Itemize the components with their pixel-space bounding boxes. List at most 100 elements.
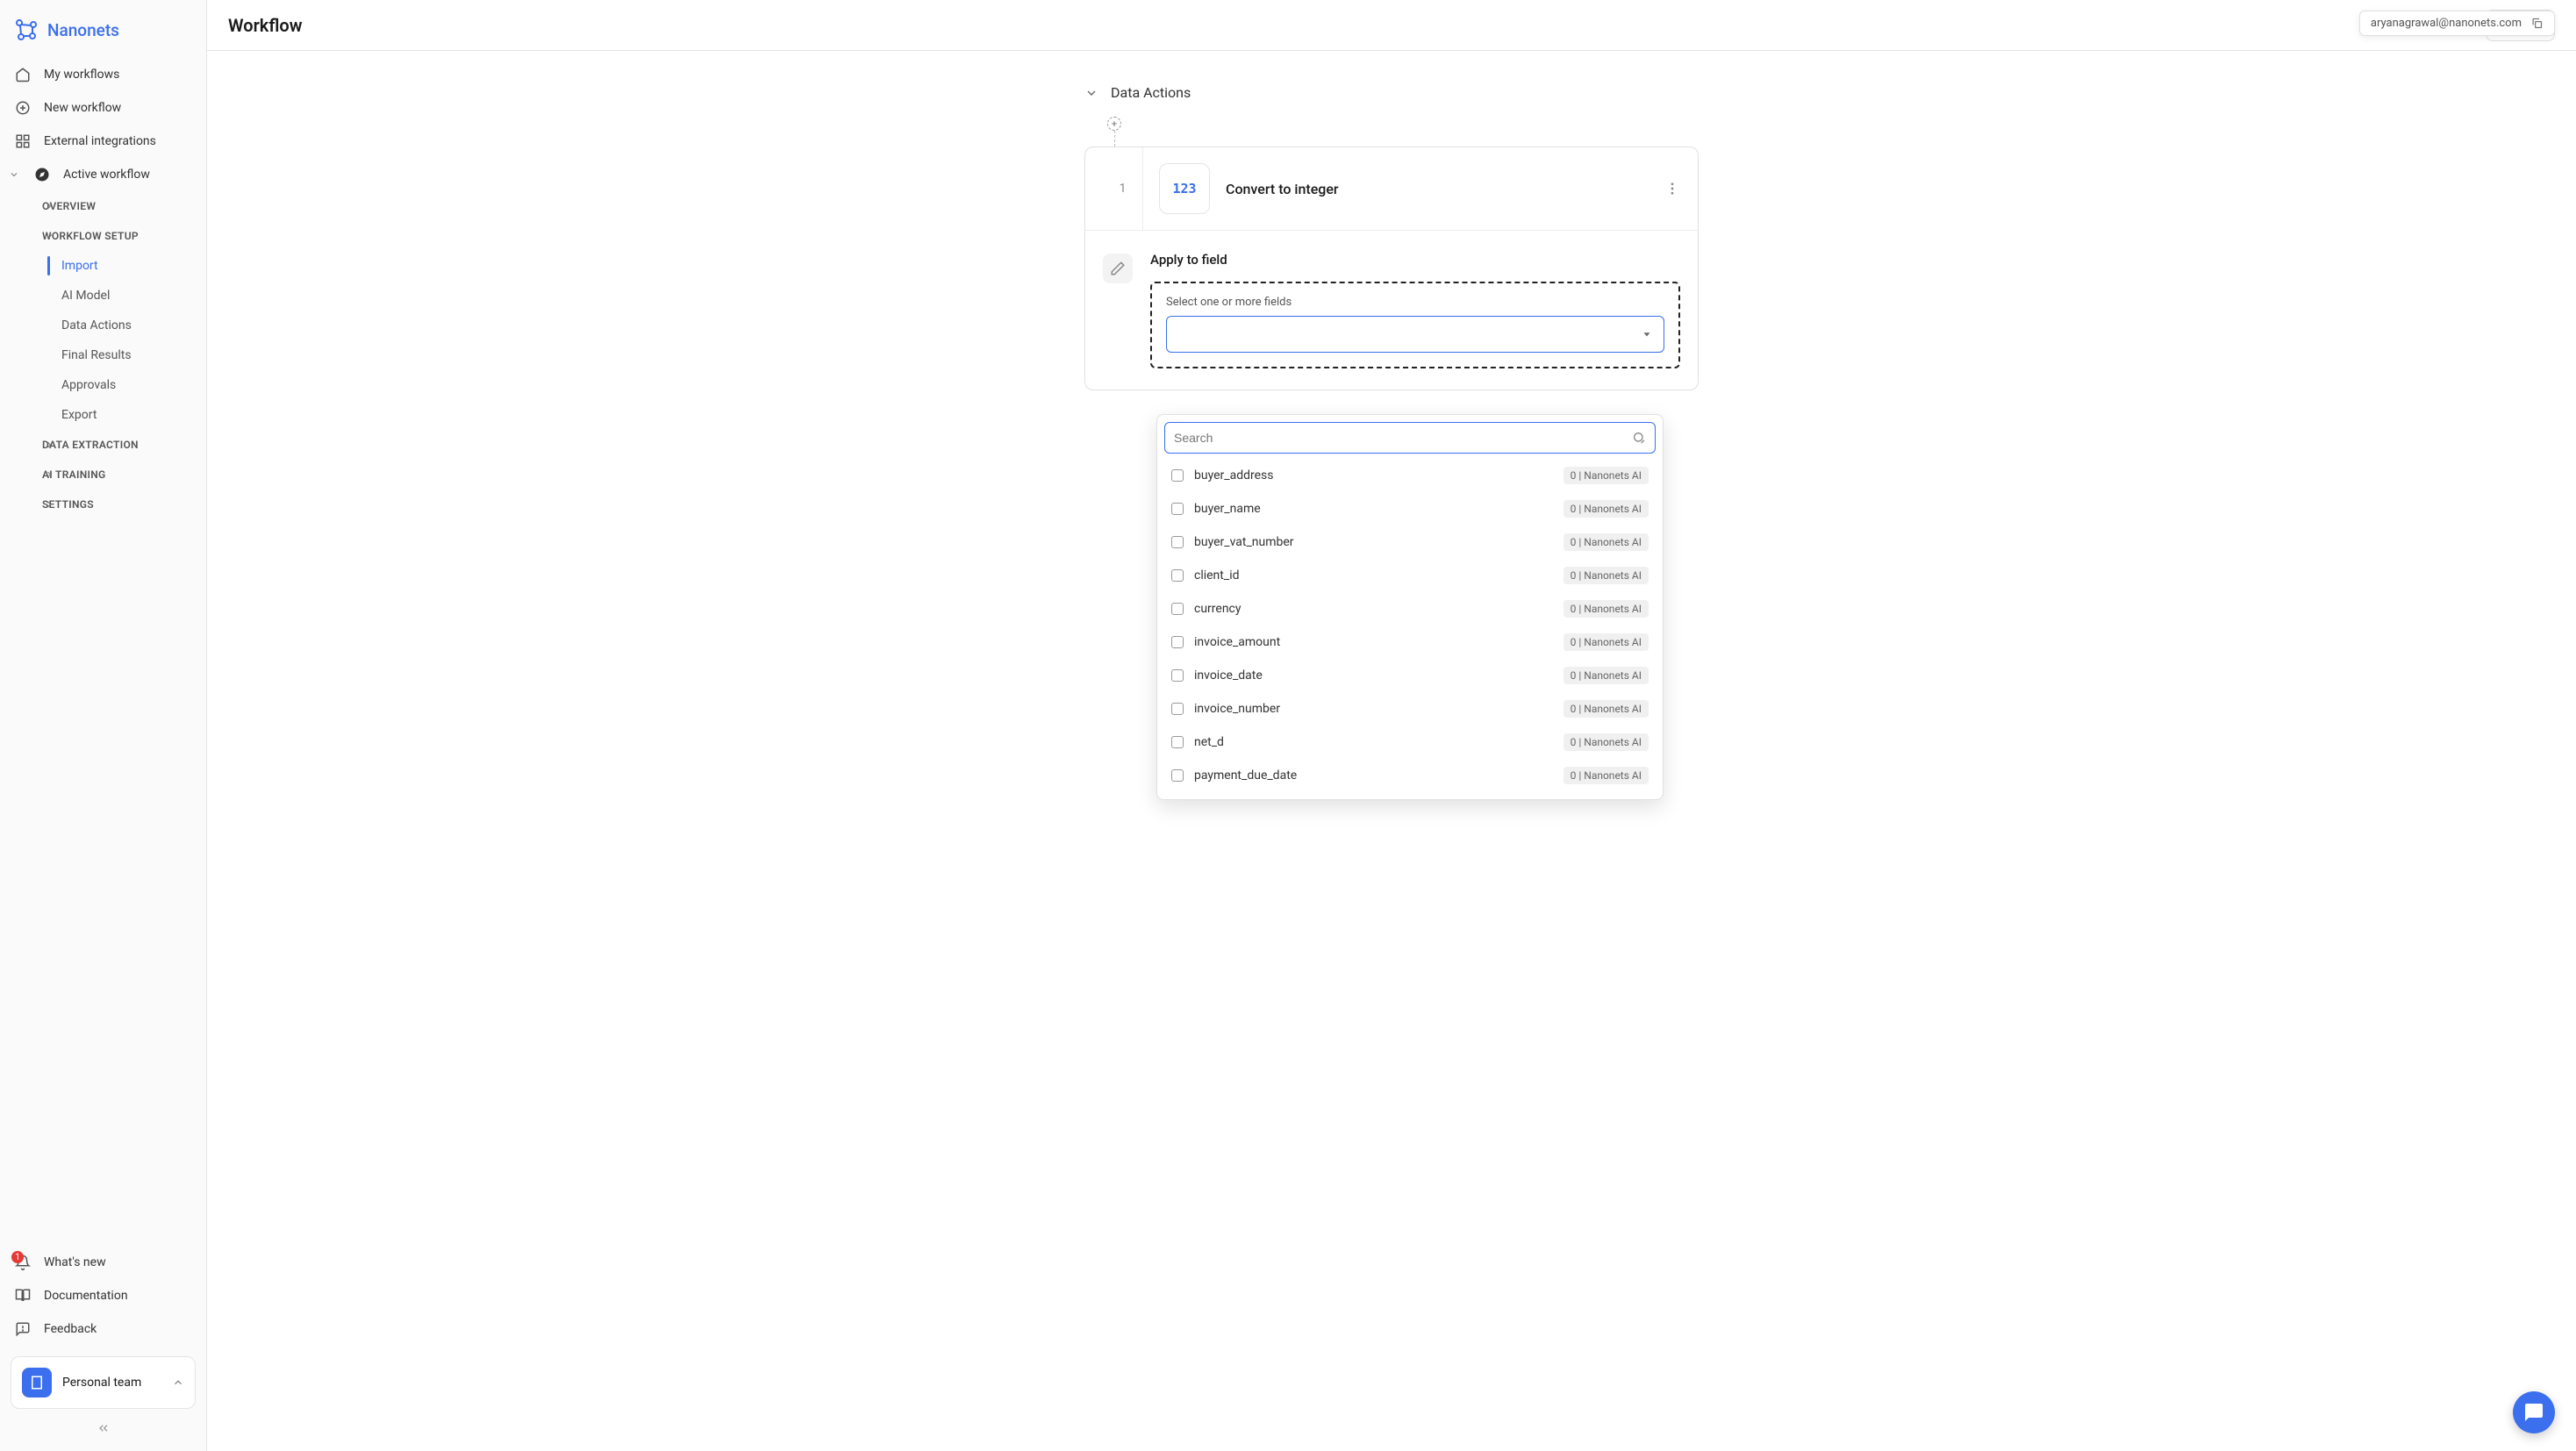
option-label: client_id [1194,568,1553,583]
option-tag: 0 | Nanonets AI [1563,600,1649,618]
user-email-pill[interactable]: aryanagrawal@nanonets.com [2359,11,2555,36]
collapse-sidebar-button[interactable] [0,1416,206,1440]
step-card: 1 123 Convert to integer Apply to field … [1084,147,1699,390]
checkbox[interactable] [1171,503,1184,515]
checkbox[interactable] [1171,769,1184,782]
option-tag: 0 | Nanonets AI [1563,567,1649,584]
subnav-data-actions[interactable]: Data Actions [0,311,206,340]
subnav-approvals[interactable]: Approvals [0,370,206,400]
nav-new-workflow[interactable]: New workflow [0,91,206,125]
chevron-right-icon [44,499,54,510]
nav-label: What's new [44,1255,106,1269]
option-label: buyer_vat_number [1194,535,1553,549]
checkbox[interactable] [1171,736,1184,748]
nav-active-workflow[interactable]: Active workflow [0,158,206,191]
section-title: Data Actions [1111,84,1191,101]
option-label: payment_due_date [1194,768,1553,783]
field-multiselect[interactable] [1166,316,1664,353]
dropdown-option[interactable]: buyer_name 0 | Nanonets AI [1164,492,1656,525]
message-alert-icon [14,1320,32,1338]
checkbox[interactable] [1171,469,1184,482]
content-area: Data Actions + 1 123 Convert to integer [207,51,2576,1451]
dropdown-option[interactable]: buyer_address 0 | Nanonets AI [1164,459,1656,492]
subnav-export[interactable]: Export [0,400,206,430]
checkbox[interactable] [1171,703,1184,715]
chevron-right-icon [44,469,54,480]
nav-whats-new[interactable]: 1 What's new [0,1246,206,1279]
notification-badge: 1 [11,1251,24,1263]
option-label: invoice_number [1194,702,1553,716]
subnav-ai-model[interactable]: AI Model [0,281,206,311]
chevron-down-icon [7,168,21,182]
dropdown-option[interactable]: invoice_date 0 | Nanonets AI [1164,659,1656,692]
chat-fab[interactable] [2513,1391,2555,1433]
section-header: Data Actions [1084,77,1699,117]
nav-external-integrations[interactable]: External integrations [0,125,206,158]
field-dropdown: buyer_address 0 | Nanonets AI buyer_name… [1156,414,1664,800]
section-data-extraction[interactable]: DATA EXTRACTION [0,430,206,460]
dropdown-option[interactable]: buyer_vat_number 0 | Nanonets AI [1164,525,1656,559]
apply-to-field-section: Apply to field Select one or more fields [1103,252,1680,368]
page-title: Workflow [228,15,302,36]
chevron-double-left-icon [97,1421,111,1435]
chevron-down-icon [44,231,54,241]
section-label: DATA EXTRACTION [42,439,139,451]
subnav-final-results[interactable]: Final Results [0,340,206,370]
checkbox[interactable] [1171,536,1184,548]
dropdown-option[interactable]: net_d 0 | Nanonets AI [1164,726,1656,759]
copy-icon[interactable] [2530,17,2544,30]
add-step-button[interactable]: + [1107,117,1121,131]
option-tag: 0 | Nanonets AI [1563,500,1649,518]
dropdown-search [1164,422,1656,454]
option-label: buyer_address [1194,468,1553,482]
option-tag: 0 | Nanonets AI [1563,700,1649,718]
page-header: Workflow Sch [207,0,2576,51]
dropdown-option[interactable]: invoice_amount 0 | Nanonets AI [1164,625,1656,659]
step-header[interactable]: 1 123 Convert to integer [1085,147,1698,230]
checkbox[interactable] [1171,603,1184,615]
option-label: buyer_name [1194,502,1553,516]
step-type-badge: 123 [1159,163,1210,214]
team-selector[interactable]: Personal team [11,1356,196,1409]
dropdown-option[interactable]: client_id 0 | Nanonets AI [1164,559,1656,592]
chevron-right-icon [44,440,54,450]
chevron-down-icon[interactable] [1084,86,1098,100]
checkbox[interactable] [1171,669,1184,682]
book-icon [14,1287,32,1304]
nav-label: Active workflow [63,168,150,182]
search-input[interactable] [1174,431,1632,445]
option-tag: 0 | Nanonets AI [1563,533,1649,551]
nav-label: New workflow [44,101,121,115]
building-icon [22,1368,52,1397]
dropdown-option[interactable]: payment_due_date 0 | Nanonets AI [1164,759,1656,792]
apply-section-title: Apply to field [1150,252,1680,268]
pencil-icon [1103,254,1133,283]
connector-line [1114,131,1115,147]
nav-my-workflows[interactable]: My workflows [0,58,206,91]
checkbox[interactable] [1171,636,1184,648]
section-workflow-setup[interactable]: WORKFLOW SETUP [0,221,206,251]
brand-name: Nanonets [47,20,119,40]
checkbox[interactable] [1171,569,1184,582]
field-label: Select one or more fields [1166,296,1664,309]
home-icon [14,66,32,83]
subnav-import[interactable]: Import [0,251,206,281]
user-email: aryanagrawal@nanonets.com [2371,17,2522,30]
dropdown-option[interactable]: invoice_number 0 | Nanonets AI [1164,692,1656,726]
section-settings[interactable]: SETTINGS [0,490,206,519]
brand-logo[interactable]: Nanonets [0,11,206,58]
search-icon [1632,431,1646,445]
dropdown-option[interactable]: currency 0 | Nanonets AI [1164,592,1656,625]
bell-icon: 1 [14,1254,32,1271]
section-ai-training[interactable]: AI TRAINING [0,460,206,490]
step-number: 1 [1103,147,1143,230]
chevron-up-icon [172,1376,184,1389]
step-menu-button[interactable] [1664,181,1680,197]
add-step-connector: + [1084,117,1121,147]
nav-feedback[interactable]: Feedback [0,1312,206,1346]
section-overview[interactable]: OVERVIEW [0,191,206,221]
option-label: currency [1194,602,1553,616]
chevron-down-icon [1641,328,1653,340]
option-tag: 0 | Nanonets AI [1563,667,1649,684]
nav-documentation[interactable]: Documentation [0,1279,206,1312]
